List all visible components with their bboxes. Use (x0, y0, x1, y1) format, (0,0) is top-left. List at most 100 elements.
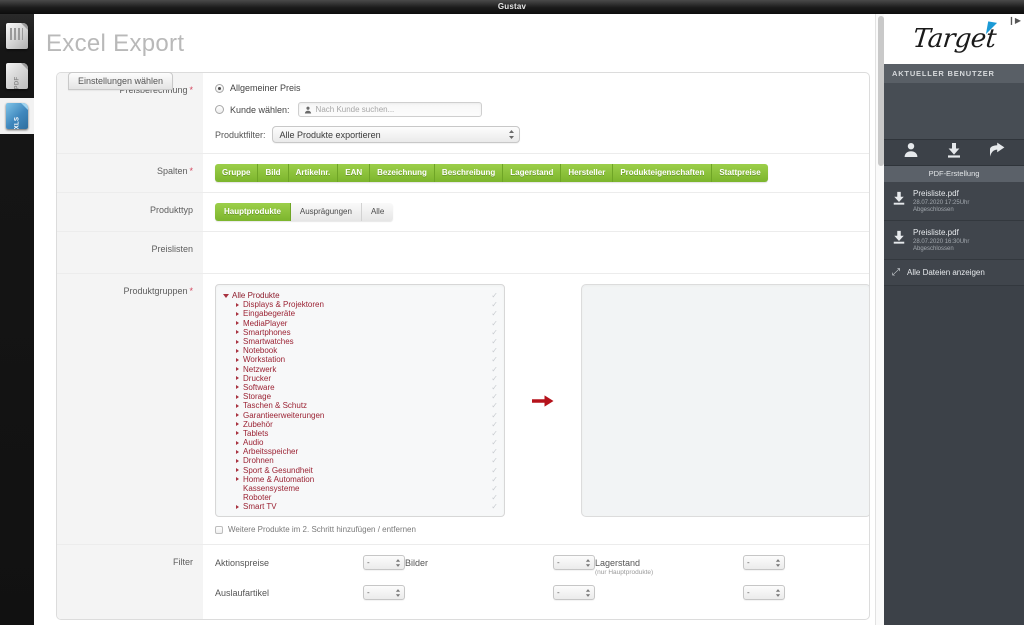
caret-right-icon[interactable] (236, 422, 239, 427)
check-icon[interactable]: ✓ (491, 300, 498, 309)
tree-node[interactable]: Displays & Projektoren ✓ (216, 300, 504, 309)
check-icon[interactable]: ✓ (491, 484, 498, 493)
caret-down-icon[interactable] (223, 293, 229, 298)
tree-node[interactable]: Taschen & Schutz ✓ (216, 401, 504, 410)
content-scrollbar[interactable] (875, 14, 884, 625)
dock-item-pdf[interactable]: PDF (0, 58, 34, 94)
download-icon[interactable] (892, 230, 906, 249)
radio-select-customer-icon[interactable] (215, 105, 224, 114)
tree-node[interactable]: Storage ✓ (216, 392, 504, 401)
tree-node[interactable]: MediaPlayer ✓ (216, 319, 504, 328)
check-icon[interactable]: ✓ (491, 392, 498, 401)
dock-item-xls[interactable]: XLS (0, 98, 34, 134)
check-icon[interactable]: ✓ (491, 346, 498, 355)
check-icon[interactable]: ✓ (491, 291, 498, 300)
check-icon[interactable]: ✓ (491, 383, 498, 392)
column-chip[interactable]: Stattpreise (712, 164, 768, 182)
tree-node[interactable]: Notebook ✓ (216, 346, 504, 355)
column-chip[interactable]: Gruppe (215, 164, 259, 182)
caret-right-icon[interactable] (236, 394, 239, 399)
dock-item-doc[interactable] (0, 18, 34, 54)
filter-stepper[interactable]: - (363, 585, 405, 600)
column-chip[interactable]: Beschreibung (434, 164, 504, 182)
caret-right-icon[interactable] (236, 357, 239, 362)
pdf-file-item[interactable]: Preisliste.pdf 28.07.2020 17:25Uhr Abgesch… (884, 182, 1024, 221)
pdf-file-item[interactable]: Preisliste.pdf 28.07.2020 16:30Uhr Abgesch… (884, 221, 1024, 260)
tree-node[interactable]: Workstation ✓ (216, 355, 504, 364)
check-icon[interactable]: ✓ (491, 374, 498, 383)
radio-general-price-icon[interactable] (215, 83, 224, 93)
tree-node[interactable]: Netzwerk ✓ (216, 365, 504, 374)
tree-node[interactable]: Garantieerweiterungen ✓ (216, 410, 504, 420)
selected-groups-box[interactable] (581, 284, 869, 517)
check-icon[interactable]: ✓ (491, 475, 498, 484)
tree-node[interactable]: Smartphones ✓ (216, 328, 504, 337)
download-icon[interactable] (892, 191, 906, 210)
tree-node[interactable]: Smart TV ✓ (216, 502, 504, 511)
caret-right-icon[interactable] (236, 403, 239, 408)
check-icon[interactable]: ✓ (491, 466, 498, 475)
column-chip[interactable]: Artikelnr. (288, 164, 339, 182)
product-type-option[interactable]: Hauptprodukte (215, 203, 291, 221)
check-icon[interactable]: ✓ (491, 401, 498, 410)
caret-right-icon[interactable] (236, 468, 239, 473)
tree-node[interactable]: Eingabegeräte ✓ (216, 309, 504, 318)
check-icon[interactable]: ✓ (491, 447, 498, 456)
tree-node[interactable]: Alle Produkte ✓ (216, 291, 504, 300)
download-icon[interactable] (946, 142, 962, 163)
caret-right-icon[interactable] (236, 458, 239, 463)
column-chip[interactable]: EAN (338, 164, 371, 182)
check-icon[interactable]: ✓ (491, 355, 498, 364)
tree-node[interactable]: Drucker ✓ (216, 374, 504, 383)
panel-tab-settings[interactable]: Einstellungen wählen (68, 72, 174, 90)
check-icon[interactable]: ✓ (491, 337, 498, 346)
check-icon[interactable]: ✓ (491, 429, 498, 438)
column-chip[interactable]: Lagerstand (503, 164, 562, 182)
caret-right-icon[interactable] (236, 302, 239, 307)
check-icon[interactable]: ✓ (491, 420, 498, 429)
customer-search-input[interactable]: Nach Kunde suchen... (297, 102, 482, 117)
caret-right-icon[interactable] (236, 440, 239, 445)
caret-right-icon[interactable] (236, 339, 239, 344)
product-group-tree[interactable]: Alle Produkte ✓ Displays & Projektoren ✓ Ein… (215, 284, 505, 517)
show-all-files-button[interactable]: ⤢ Alle Dateien anzeigen (884, 260, 1024, 286)
column-chip[interactable]: Bezeichnung (370, 164, 435, 182)
check-icon[interactable]: ✓ (491, 456, 498, 465)
column-chip[interactable]: Bild (258, 164, 289, 182)
check-icon[interactable]: ✓ (491, 438, 498, 447)
product-type-option[interactable]: Ausprägungen (290, 203, 362, 221)
product-type-option[interactable]: Alle (361, 203, 394, 221)
add-more-products-checkbox-line[interactable]: Weitere Produkte im 2. Schritt hinzufüge… (215, 525, 869, 534)
check-icon[interactable]: ✓ (491, 493, 498, 502)
user-icon[interactable] (903, 142, 919, 163)
tree-node[interactable]: Software ✓ (216, 383, 504, 392)
caret-right-icon[interactable] (236, 477, 239, 482)
tree-node[interactable]: Kassensysteme ✓ (216, 484, 504, 493)
content-scrollbar-thumb[interactable] (877, 16, 884, 166)
check-icon[interactable]: ✓ (491, 502, 498, 511)
check-icon[interactable]: ✓ (491, 365, 498, 374)
tree-node[interactable]: Sport & Gesundheit ✓ (216, 466, 504, 475)
check-icon[interactable]: ✓ (491, 411, 498, 420)
check-icon[interactable]: ✓ (491, 328, 498, 337)
check-icon[interactable]: ✓ (491, 309, 498, 318)
column-chip[interactable]: Hersteller (561, 164, 614, 182)
caret-right-icon[interactable] (236, 376, 239, 381)
caret-right-icon[interactable] (236, 504, 239, 509)
caret-right-icon[interactable] (236, 413, 239, 418)
share-icon[interactable] (989, 142, 1005, 163)
tree-node[interactable]: Arbeitsspeicher ✓ (216, 447, 504, 456)
caret-right-icon[interactable] (236, 311, 239, 316)
add-more-products-checkbox[interactable] (215, 525, 223, 534)
caret-right-icon[interactable] (236, 321, 239, 326)
tree-node[interactable]: Audio ✓ (216, 438, 504, 447)
column-chip[interactable]: Produkteigenschaften (613, 164, 713, 182)
filter-stepper[interactable]: - (743, 585, 785, 600)
filter-stepper[interactable]: - (743, 555, 785, 570)
tree-node[interactable]: Drohnen ✓ (216, 456, 504, 465)
tree-node[interactable]: Tablets ✓ (216, 429, 504, 438)
product-filter-select[interactable]: Alle Produkte exportieren (271, 126, 520, 143)
caret-right-icon[interactable] (236, 330, 239, 335)
tree-node[interactable]: Roboter ✓ (216, 493, 504, 502)
caret-right-icon[interactable] (236, 431, 239, 436)
